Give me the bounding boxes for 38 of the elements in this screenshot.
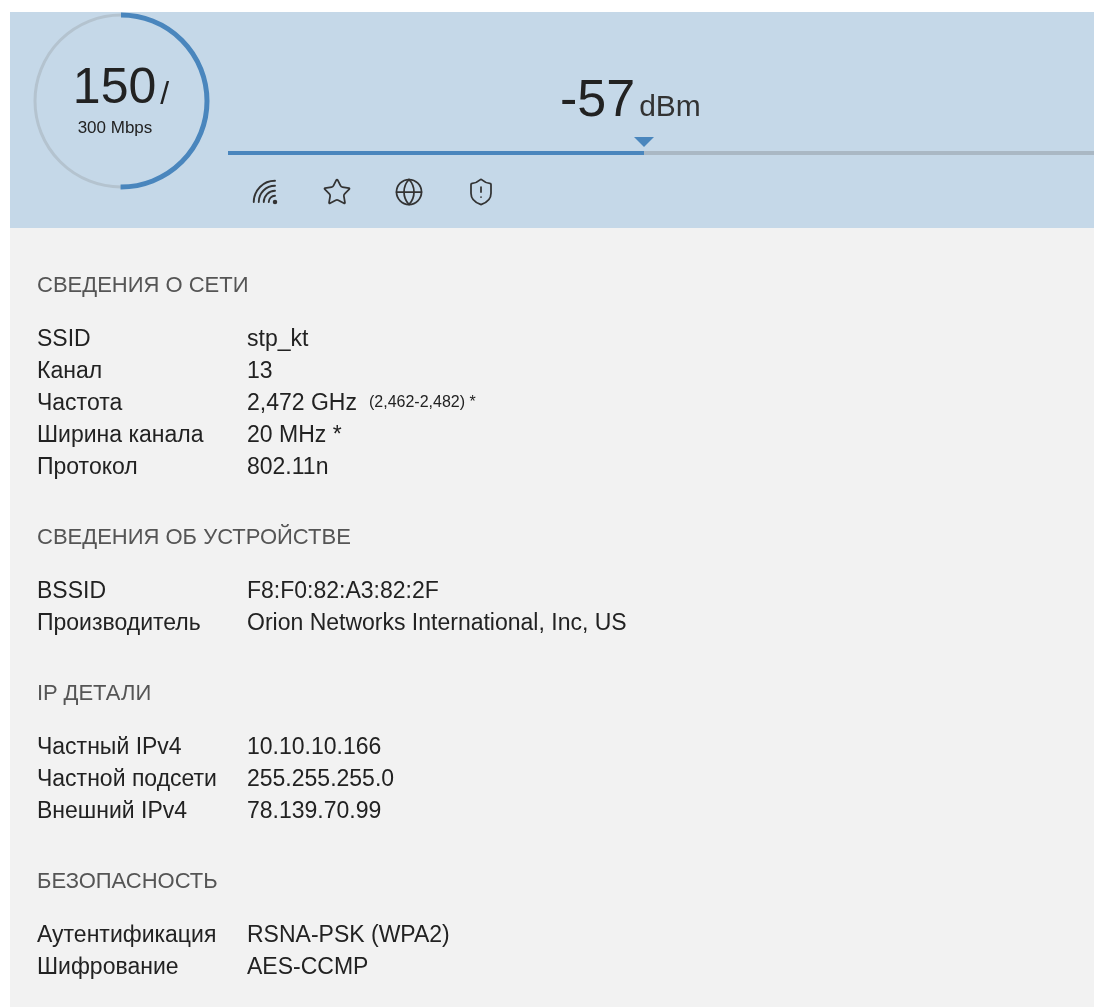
field-value: 2,472 GHz: [247, 388, 357, 417]
field-label: BSSID: [37, 576, 108, 605]
field-label: Шифрование: [37, 952, 180, 981]
signal-unit: dBm: [639, 91, 701, 121]
field-value: stp_kt: [247, 324, 309, 353]
globe-icon: [394, 177, 424, 207]
field-label: Внешний IPv4: [37, 796, 189, 825]
field-value: AES-CCMP: [247, 952, 369, 981]
field-value: 20 MHz *: [247, 420, 342, 449]
star-icon: [322, 177, 352, 207]
field-value: 78.139.70.99: [247, 796, 382, 825]
section-heading: IP ДЕТАЛИ: [37, 679, 153, 707]
field-value: RSNA-PSK (WPA2): [247, 920, 450, 949]
field-label: Частота: [37, 388, 124, 417]
field-label: Протокол: [37, 452, 139, 481]
section-heading: СВЕДЕНИЯ О СЕТИ: [37, 271, 250, 299]
field-label: Ширина канала: [37, 420, 205, 449]
frequency-range: (2,462-2,482) *: [368, 392, 476, 412]
field-value: F8:F0:82:A3:82:2F: [247, 576, 439, 605]
field-value: 255.255.255.0: [247, 764, 395, 793]
signal-strength: -57: [560, 72, 636, 124]
wifi-signal-icon: [250, 177, 280, 207]
current-speed: 150: [72, 61, 157, 112]
max-speed: 300 Mbps: [77, 117, 153, 140]
speed-separator: /: [160, 77, 170, 110]
signal-marker-icon: [633, 137, 654, 147]
field-label: SSID: [37, 324, 92, 353]
field-label: Частный IPv4: [37, 732, 183, 761]
field-value: Orion Networks International, Inc, US: [247, 608, 627, 637]
field-value: 802.11n: [247, 452, 329, 481]
field-label: Частной подсети: [37, 764, 218, 793]
section-heading: СВЕДЕНИЯ ОБ УСТРОЙСТВЕ: [37, 523, 352, 551]
field-value: 13: [247, 356, 273, 385]
field-label: Аутентификация: [37, 920, 218, 949]
field-value: 10.10.10.166: [247, 732, 382, 761]
field-label: Канал: [37, 356, 104, 385]
field-label: Производитель: [37, 608, 202, 637]
section-heading: БЕЗОПАСНОСТЬ: [37, 867, 219, 895]
